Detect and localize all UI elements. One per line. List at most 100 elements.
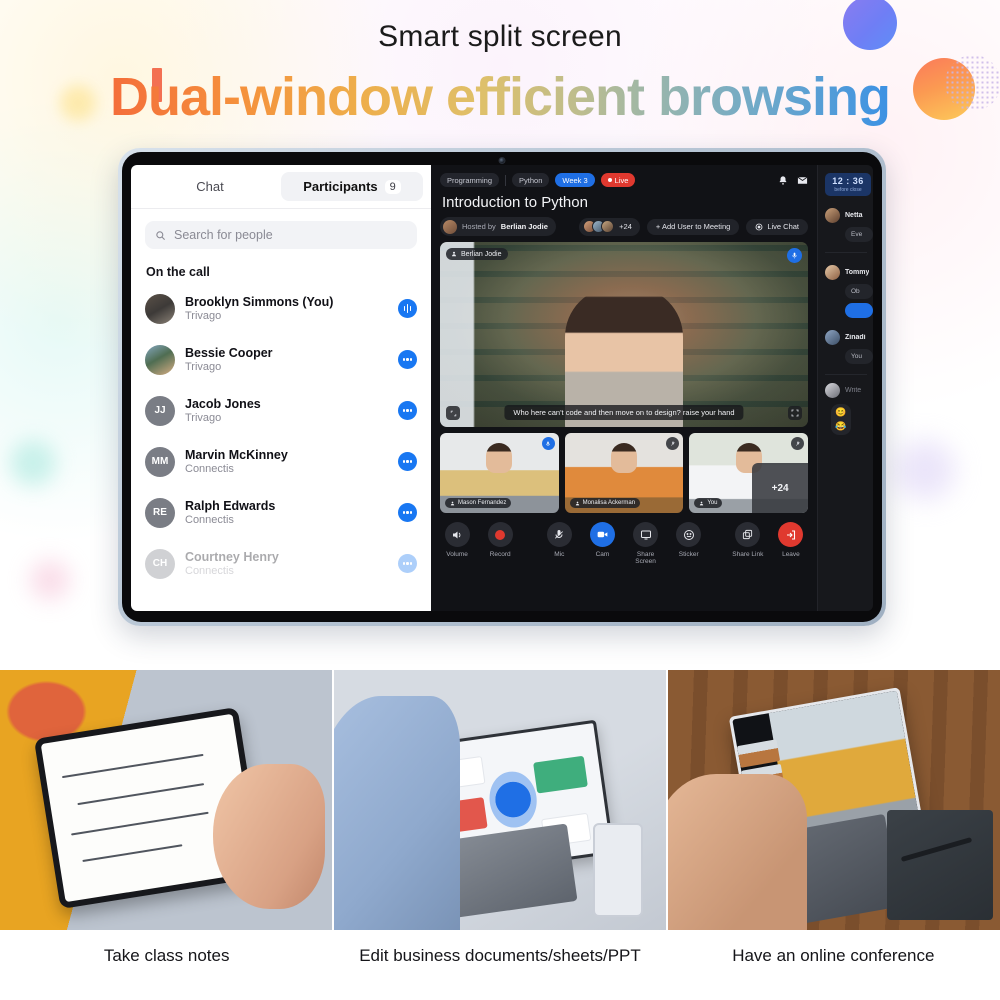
tab-participants[interactable]: Participants 9 [281,172,423,201]
main-video-tile[interactable]: Berlian Jodie Who here can't code and th… [440,242,808,427]
add-user-button[interactable]: + Add User to Meeting [646,218,740,235]
divider [825,374,867,375]
video-thumbnail [736,739,781,769]
list-item[interactable]: RE Ralph Edwards Connectis [145,487,417,538]
list-item[interactable]: MM Marvin McKinney Connectis [145,436,417,487]
toolbar-label: Cam [595,551,610,558]
participant-name-tag: You [694,498,723,508]
emoji-picker[interactable]: 😊 😂 [831,404,851,435]
participant-figure [611,443,637,473]
mail-icon[interactable] [797,175,808,186]
attendee-overflow-count: +24 [619,222,632,231]
chip-live[interactable]: Live [600,173,636,187]
more-icon[interactable] [398,554,417,573]
caption-online-conference: Have an online conference [732,946,935,965]
front-camera-icon [498,157,506,164]
more-icon[interactable] [398,452,417,471]
volume-button[interactable]: Volume [440,522,474,558]
video-thumbnail[interactable]: Monalisa Ackerman [564,433,684,513]
emoji-option[interactable]: 😊 [835,408,846,417]
bell-icon[interactable] [778,175,788,186]
more-icon[interactable] [398,503,417,522]
chip-week[interactable]: Week 3 [555,173,595,187]
tab-participants-label: Participants [303,179,378,194]
tab-chat[interactable]: Chat [139,172,281,201]
participant-name: Courtney Henry [185,550,279,564]
mic-on-icon[interactable] [541,437,555,450]
list-item[interactable]: Bessie Cooper Trivago [145,334,417,385]
screen-icon [633,522,659,547]
mic-off-icon[interactable] [791,437,805,450]
chat-composer[interactable]: Write [825,383,873,398]
speaker-name-tag: Berlian Jodie [446,248,509,260]
person-icon [452,251,456,257]
participant-meta: Bessie Cooper Trivago [185,346,388,373]
divider [825,252,867,253]
copy-icon [735,522,761,547]
leave-button[interactable]: Leave [774,522,808,558]
more-icon[interactable] [398,401,417,420]
doc-card [533,756,588,794]
participant-name: Monalisa Ackerman [582,500,636,506]
share-screen-button[interactable]: Share Screen [629,522,663,565]
photo-take-class-notes [0,670,332,930]
chat-author: Tommy [845,269,870,276]
participant-thumbnail-strip: Mason Fernandez Monalisa Ackerman You +2… [440,433,809,513]
decorative-lavender-blob [895,440,955,500]
toolbar-label: Share Link [732,551,764,558]
live-chat-button[interactable]: Live Chat [746,218,808,235]
mic-on-icon[interactable] [787,248,802,263]
tablet-screen: Chat Participants 9 Search for people On… [131,165,873,611]
list-item[interactable]: CH Courtney Henry Connectis [145,538,417,589]
participant-name: Bessie Cooper [185,346,273,360]
list-item[interactable]: JJ Jacob Jones Trivago [145,385,417,436]
sticker-button[interactable]: Sticker [672,522,706,558]
share-link-button[interactable]: Share Link [731,522,765,558]
hosted-by-label: Hosted by [462,222,496,231]
page-title: Introduction to Python [442,194,588,211]
list-item[interactable]: Brooklyn Simmons (You) Trivago [145,283,417,334]
meeting-toolbar: Volume Record Mic Cam Share Screen Stick… [440,522,808,565]
search-box[interactable] [145,221,417,249]
mic-button[interactable]: Mic [542,522,576,558]
participants-list: Brooklyn Simmons (You) Trivago Bessie Co… [131,283,431,611]
avatar: RE [145,497,175,528]
record-button[interactable]: Record [483,522,517,558]
participant-meta: Jacob Jones Trivago [185,397,388,424]
attendee-stack[interactable]: +24 [579,217,640,236]
camera-button[interactable]: Cam [585,522,619,558]
audio-level-icon[interactable] [398,299,417,318]
more-icon[interactable] [398,350,417,369]
search-input[interactable] [174,228,407,242]
volume-icon [444,522,470,547]
mic-off-icon [546,522,572,547]
avatar: CH [145,548,175,579]
participant-meta: Marvin McKinney Connectis [185,448,388,475]
chip-programming[interactable]: Programming [440,173,500,187]
host-name: Berlian Jodie [500,222,548,231]
toolbar-label: Share Screen [635,551,656,565]
hero-kicker: Smart split screen [378,20,622,53]
hand-figure [212,763,326,910]
chat-author: Netta [845,212,863,219]
participants-count-badge: 9 [384,179,401,194]
chat-message[interactable]: Tommy Ob [825,265,873,318]
hero-headline: Dual-window efficient browsing [0,66,1000,128]
caption-edit-documents: Edit business documents/sheets/PPT [359,946,641,965]
chip-python[interactable]: Python [512,173,550,187]
video-thumbnail[interactable]: You +24 [689,433,809,513]
chat-message[interactable]: Netta Eve [825,208,873,242]
emoji-option[interactable]: 😂 [835,422,846,431]
participant-name: You [707,500,718,506]
fullscreen-icon[interactable] [788,406,802,420]
chat-side-panel: 12 : 36 before close Netta Eve Tommy Ob … [817,165,873,611]
chat-message[interactable]: Zinadi You [825,330,873,364]
mic-off-icon[interactable] [666,437,680,450]
video-thumbnail[interactable]: Mason Fernandez [440,433,559,513]
panel-tabs: Chat Participants 9 [131,165,431,209]
avatar [145,344,175,375]
more-participants-tile[interactable]: +24 [752,463,809,513]
toolbar-label: Leave [782,551,800,558]
participant-name: Ralph Edwards [185,499,276,513]
expand-icon[interactable] [446,406,460,420]
